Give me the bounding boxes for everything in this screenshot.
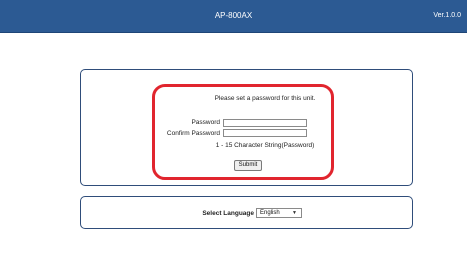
password-hint: 1 - 15 Character String(Password): [215, 142, 315, 149]
password-input[interactable]: [223, 119, 307, 127]
language-label: Select Language: [202, 210, 254, 217]
confirm-password-input[interactable]: [223, 129, 307, 137]
confirm-password-label: Confirm Password: [166, 130, 220, 137]
device-title: AP-800AX: [214, 11, 253, 20]
top-bar: AP-800AX Ver.1.0.0: [0, 0, 467, 33]
password-instructions: Please set a password for this unit.: [214, 95, 316, 102]
version-label: Ver.1.0.0: [433, 12, 461, 19]
chevron-down-icon: ▼: [292, 210, 297, 216]
submit-button[interactable]: Submit: [234, 160, 262, 171]
password-label: Password: [191, 119, 220, 126]
language-selected-value: English: [260, 210, 280, 216]
language-select[interactable]: English ▼: [256, 208, 302, 218]
